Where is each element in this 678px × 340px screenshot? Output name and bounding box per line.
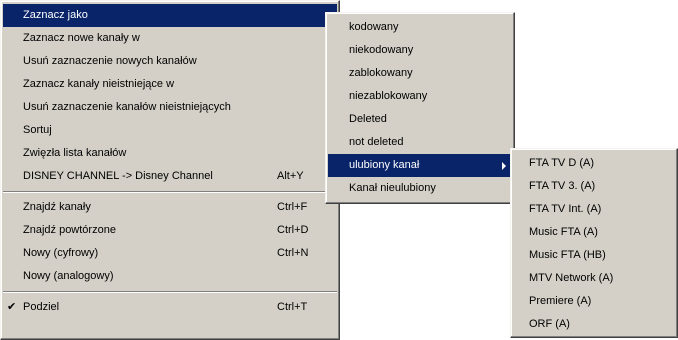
favorites-item[interactable]: MTV Network (A) [513, 267, 675, 290]
submenu-item-label: niekodowany [349, 44, 414, 56]
menu-item-label: Zwięzła lista kanałów [23, 147, 127, 159]
context-menu: Zaznacz jako Zaznacz nowe kanały w Usuń … [0, 0, 340, 340]
favorites-submenu: FTA TV D (A) FTA TV 3. (A) FTA TV Int. (… [510, 148, 678, 338]
submenu-item-label: zablokowany [349, 67, 413, 79]
menu-item-mark-nonexistent-channels[interactable]: Zaznacz kanały nieistniejące w [3, 73, 337, 96]
mark-as-submenu: kodowany niekodowany zablokowany niezabl… [325, 12, 515, 204]
favorites-item[interactable]: ORF (A) [513, 313, 675, 336]
favorites-item[interactable]: Music FTA (A) [513, 221, 675, 244]
favorites-item[interactable]: FTA TV 3. (A) [513, 175, 675, 198]
menu-item-compact-channel-list[interactable]: Zwięzła lista kanałów [3, 142, 337, 165]
menu-item-label: Nowy (cyfrowy) [23, 247, 99, 259]
submenu-item-label: Deleted [349, 113, 387, 125]
favorites-item-label: MTV Network (A) [529, 272, 614, 284]
submenu-item-label: niezablokowany [349, 90, 428, 102]
menu-item-unmark-nonexistent-channels[interactable]: Usuń zaznaczenie kanałów nieistniejących [3, 96, 337, 119]
favorites-item-label: Music FTA (A) [529, 226, 598, 238]
menu-item-find-channels[interactable]: Znajdź kanały Ctrl+F [3, 196, 337, 219]
submenu-item-label: not deleted [349, 136, 404, 148]
menu-item-mark-as[interactable]: Zaznacz jako [3, 4, 337, 27]
menu-item-mark-new-channels[interactable]: Zaznacz nowe kanały w [3, 27, 337, 50]
menu-item-label: Usuń zaznaczenie kanałów nieistniejących [23, 101, 231, 113]
menu-item-label: Nowy (analogowy) [23, 270, 114, 282]
menu-item-unmark-new-channels[interactable]: Usuń zaznaczenie nowych kanałów [3, 50, 337, 73]
menu-item-new-analog[interactable]: Nowy (analogowy) [3, 265, 337, 288]
menu-item-find-duplicates[interactable]: Znajdź powtórzone Ctrl+D [3, 219, 337, 242]
submenu-item-deleted[interactable]: Deleted [328, 108, 512, 131]
favorites-item-label: FTA TV Int. (A) [529, 203, 602, 215]
favorites-item-label: Premiere (A) [529, 295, 592, 307]
menu-item-label: Znajdź powtórzone [23, 224, 116, 236]
submenu-arrow-icon [502, 162, 506, 170]
submenu-item-unencoded[interactable]: niekodowany [328, 39, 512, 62]
submenu-item-encoded[interactable]: kodowany [328, 16, 512, 39]
menu-item-new-digital[interactable]: Nowy (cyfrowy) Ctrl+N [3, 242, 337, 265]
favorites-item[interactable]: FTA TV D (A) [513, 152, 675, 175]
menu-item-shortcut: Ctrl+T [277, 301, 308, 313]
menu-item-shortcut: Ctrl+N [277, 247, 309, 259]
submenu-item-not-deleted[interactable]: not deleted [328, 131, 512, 154]
favorites-item-label: ORF (A) [529, 318, 570, 330]
menu-item-label: Zaznacz jako [23, 9, 88, 21]
favorites-item-label: FTA TV 3. (A) [529, 180, 596, 192]
menu-item-shortcut: Ctrl+D [277, 224, 309, 236]
menu-item-label: Zaznacz nowe kanały w [23, 32, 140, 44]
menu-item-label: Podziel [23, 301, 60, 313]
favorites-item[interactable]: Music FTA (HB) [513, 244, 675, 267]
menu-item-rename-disney[interactable]: DISNEY CHANNEL -> Disney Channel Alt+Y [3, 165, 337, 188]
menu-separator [3, 288, 337, 296]
favorites-item[interactable]: Premiere (A) [513, 290, 675, 313]
menu-item-label: DISNEY CHANNEL -> Disney Channel [23, 170, 213, 182]
checkmark-icon: ✔ [7, 301, 17, 313]
menu-item-label: Znajdź kanały [23, 201, 91, 213]
submenu-item-favorite[interactable]: ulubiony kanał [328, 154, 512, 177]
menu-item-label: Zaznacz kanały nieistniejące w [23, 78, 175, 90]
menu-separator [3, 188, 337, 196]
submenu-item-label: Kanał nieulubiony [349, 182, 436, 194]
favorites-item-label: FTA TV D (A) [529, 157, 594, 169]
submenu-item-unlocked[interactable]: niezablokowany [328, 85, 512, 108]
submenu-item-not-favorite[interactable]: Kanał nieulubiony [328, 177, 512, 200]
favorites-item-label: Music FTA (HB) [529, 249, 606, 261]
submenu-item-label: ulubiony kanał [349, 159, 420, 171]
menu-item-sort[interactable]: Sortuj [3, 119, 337, 142]
menu-item-label: Sortuj [23, 124, 52, 136]
submenu-item-locked[interactable]: zablokowany [328, 62, 512, 85]
menu-item-label: Usuń zaznaczenie nowych kanałów [23, 55, 197, 67]
submenu-item-label: kodowany [349, 21, 399, 33]
favorites-item[interactable]: FTA TV Int. (A) [513, 198, 675, 221]
menu-item-split[interactable]: ✔ Podziel Ctrl+T [3, 296, 337, 319]
